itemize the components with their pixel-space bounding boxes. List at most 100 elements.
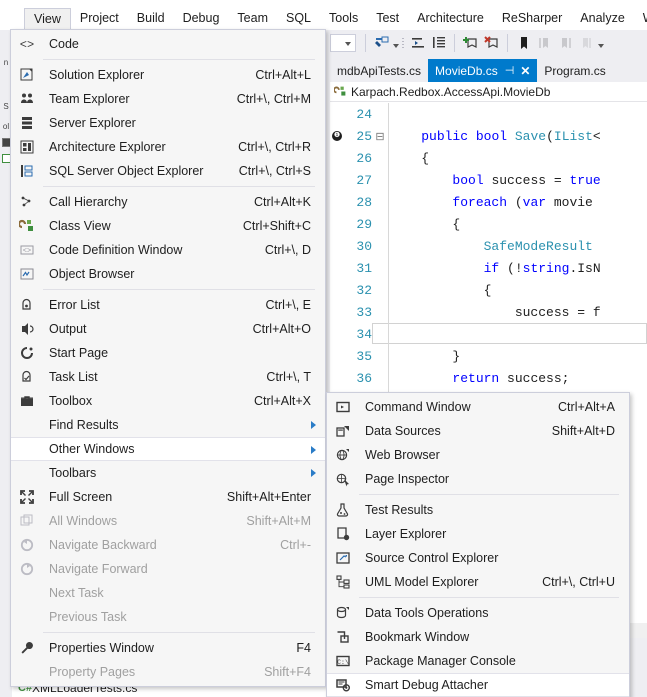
overflow-caret-icon[interactable] [392,35,401,51]
code-line[interactable]: ❶ 25 ⊟ public bool Save(IList< [330,125,647,147]
menubar-item-view[interactable]: View [24,7,71,30]
other-windows-item-web-browser[interactable]: Web Browser [327,443,629,467]
remove-bookmark-icon[interactable] [481,33,502,53]
menubar-item-build[interactable]: Build [128,8,174,29]
view-menu-item-call-hierarchy[interactable]: Call Hierarchy Ctrl+Alt+K [11,190,325,214]
other-windows-item-test-results[interactable]: Test Results [327,498,629,522]
menubar-item-wind[interactable]: Wind [634,8,647,29]
menubar-item-sql[interactable]: SQL [277,8,320,29]
increase-indent-icon[interactable] [428,33,449,53]
code-line[interactable]: 27 bool success = true [330,169,647,191]
breakpoint-gutter[interactable] [330,191,346,213]
editor-tab-mdbapitests-cs[interactable]: mdbApiTests.cs [330,59,429,82]
code-line[interactable]: 31 if (!string.IsN [330,257,647,279]
editor-tab-moviedb-cs[interactable]: MovieDb.cs ⊣ ✕ [428,59,538,82]
menubar-item-debug[interactable]: Debug [174,8,229,29]
breakpoint-gutter[interactable] [330,147,346,169]
breakpoint-gutter[interactable] [330,345,346,367]
view-menu-item-properties-window[interactable]: Properties Window F4 [11,636,325,660]
breakpoint-gutter[interactable] [330,323,346,345]
code-line[interactable]: 36 return success; [330,367,647,389]
menu-item-label: Page Inspector [365,472,450,486]
other-windows-item-data-tools-operations[interactable]: Data Tools Operations [327,601,629,625]
indent-guide [388,235,389,257]
menubar-item-tools[interactable]: Tools [320,8,367,29]
menu-item-label: Data Sources [365,424,441,438]
toggle-bookmark-icon[interactable] [513,33,534,53]
menubar-item-resharper[interactable]: ReSharper [493,8,571,29]
add-bookmark-icon[interactable] [460,33,481,53]
menu-item-shortcut: Ctrl+Alt+X [254,394,311,408]
uml-model-explorer-icon [327,571,359,593]
overflow-caret-icon-2[interactable] [597,35,606,51]
other-windows-item-bookmark-window[interactable]: Bookmark Window [327,625,629,649]
code-line[interactable]: 30 SafeModeResult [330,235,647,257]
breakpoint-gutter[interactable] [330,169,346,191]
pin-tab-icon[interactable]: ⊣ [505,64,515,77]
code-line[interactable]: 32 { [330,279,647,301]
code-line[interactable]: 24 [330,103,647,125]
code-line[interactable]: 28 foreach (var movie [330,191,647,213]
code-line[interactable]: 33 success = f [330,301,647,323]
clear-bookmarks-icon[interactable] [576,33,597,53]
breakpoint-gutter[interactable]: ❶ [330,125,346,147]
view-menu-item-class-view[interactable]: Class View Ctrl+Shift+C [11,214,325,238]
view-menu-item-server-explorer[interactable]: Server Explorer [11,111,325,135]
other-windows-item-page-inspector[interactable]: Page Inspector [327,467,629,491]
code-line[interactable]: 26 { [330,147,647,169]
view-menu-item-task-list[interactable]: Task List Ctrl+\, T [11,365,325,389]
view-menu-item-toolbox[interactable]: Toolbox Ctrl+Alt+X [11,389,325,413]
view-menu-item-full-screen[interactable]: Full Screen Shift+Alt+Enter [11,485,325,509]
view-menu-item-code[interactable]: <> Code [11,32,325,56]
view-menu-item-solution-explorer[interactable]: Solution Explorer Ctrl+Alt+L [11,63,325,87]
view-menu-item-object-browser[interactable]: Object Browser [11,262,325,286]
menu-item-label: Server Explorer [49,116,136,130]
code-fold-toggle[interactable]: ⊟ [372,130,388,143]
breakpoint-gutter[interactable] [330,213,346,235]
package-manager-console-icon: C:\ [327,650,359,672]
view-menu-item-team-explorer[interactable]: Team Explorer Ctrl+\, Ctrl+M [11,87,325,111]
view-menu-item-start-page[interactable]: Start Page [11,341,325,365]
breakpoint-gutter[interactable] [330,235,346,257]
code-line[interactable]: 35 } [330,345,647,367]
breadcrumb-text[interactable]: Karpach.Redbox.AccessApi.MovieDb [351,85,550,99]
breakpoint-gutter[interactable] [330,257,346,279]
editor-tab-program-cs[interactable]: Program.cs [537,59,613,82]
breakpoint-gutter[interactable] [330,103,346,125]
next-bookmark-icon[interactable] [555,33,576,53]
view-menu-item-output[interactable]: Output Ctrl+Alt+O [11,317,325,341]
decrease-indent-icon[interactable] [407,33,428,53]
breakpoint-gutter[interactable] [330,279,346,301]
menubar-item-test[interactable]: Test [367,8,408,29]
code-line[interactable]: 34 } [330,323,647,345]
view-menu-item-error-list[interactable]: Error List Ctrl+\, E [11,293,325,317]
solution-explorer-icon [11,64,43,86]
view-menu-item-find-results[interactable]: Find Results [11,413,325,437]
view-menu-item-previous-task: Previous Task [11,605,325,629]
menubar-item-architecture[interactable]: Architecture [408,8,493,29]
menubar-item-team[interactable]: Team [228,8,277,29]
config-combo[interactable] [330,34,356,52]
view-menu-item-architecture-explorer[interactable]: Architecture Explorer Ctrl+\, Ctrl+R [11,135,325,159]
view-menu-item-toolbars[interactable]: Toolbars [11,461,325,485]
previous-bookmark-icon[interactable] [534,33,555,53]
menubar-item-project[interactable]: Project [71,8,128,29]
comment-selection-icon[interactable] [371,33,392,53]
other-windows-item-source-control-explorer[interactable]: Source Control Explorer [327,546,629,570]
other-windows-item-smart-debug-attacher[interactable]: Smart Debug Attacher [327,673,629,697]
menubar-item-analyze[interactable]: Analyze [571,8,633,29]
breakpoint-marker-icon[interactable]: ❶ [332,131,342,141]
view-menu-item-other-windows[interactable]: Other Windows [11,437,325,461]
svg-text:<>: <> [20,38,34,52]
close-tab-icon[interactable]: ✕ [520,64,530,78]
other-windows-item-layer-explorer[interactable]: Layer Explorer [327,522,629,546]
breakpoint-gutter[interactable] [330,367,346,389]
breakpoint-gutter[interactable] [330,301,346,323]
other-windows-item-uml-model-explorer[interactable]: UML Model Explorer Ctrl+\, Ctrl+U [327,570,629,594]
other-windows-item-package-manager-console[interactable]: C:\ Package Manager Console [327,649,629,673]
code-line[interactable]: 29 { [330,213,647,235]
view-menu-item-sql-server-object-explorer[interactable]: SQL Server Object Explorer Ctrl+\, Ctrl+S [11,159,325,183]
view-menu-item-code-definition-window[interactable]: <> Code Definition Window Ctrl+\, D [11,238,325,262]
other-windows-item-data-sources[interactable]: Data Sources Shift+Alt+D [327,419,629,443]
other-windows-item-command-window[interactable]: Command Window Ctrl+Alt+A [327,395,629,419]
